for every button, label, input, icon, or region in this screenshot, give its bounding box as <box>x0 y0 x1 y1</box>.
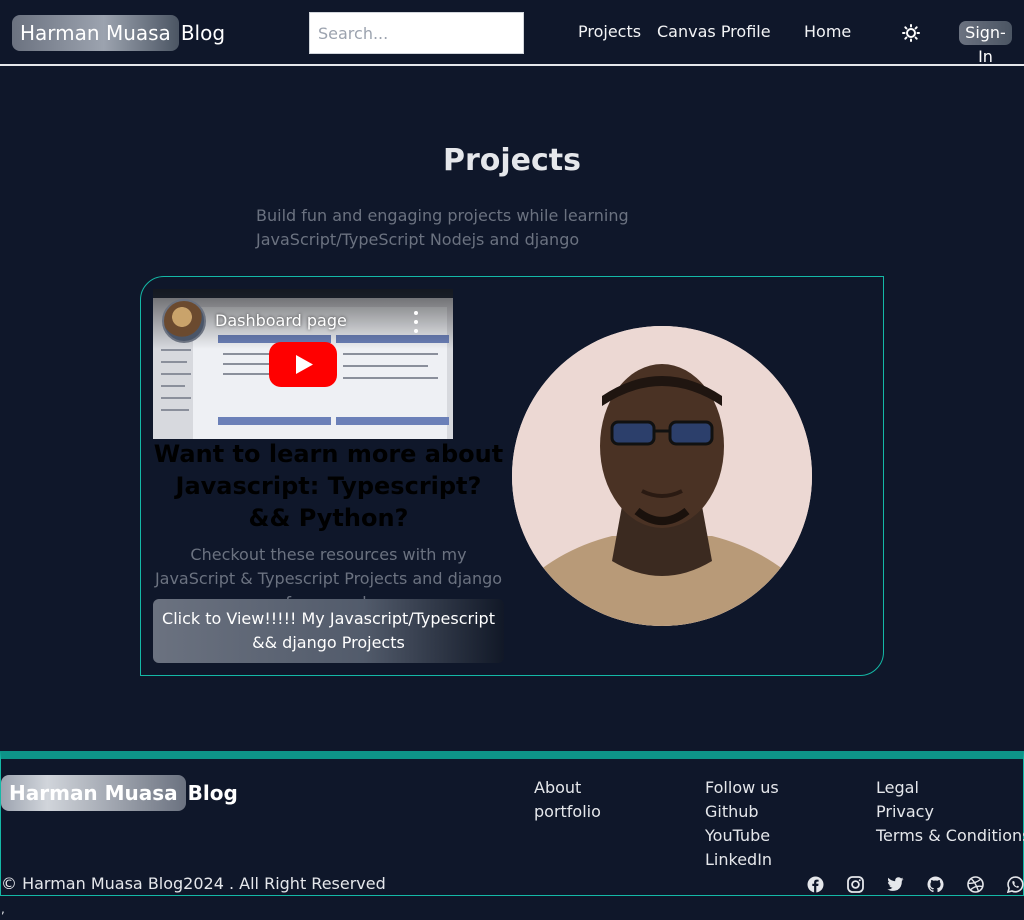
social-links <box>806 875 1024 893</box>
video-screen-line <box>343 353 438 355</box>
channel-avatar[interactable] <box>162 299 206 343</box>
footer-link-about[interactable]: About <box>534 776 601 800</box>
more-vert-icon[interactable] <box>411 311 421 333</box>
profile-photo <box>512 326 812 626</box>
video-screen-bar <box>336 417 449 425</box>
footer-heading-follow: Follow us <box>705 778 779 797</box>
video-screen-line <box>343 365 428 367</box>
video-screen-line <box>161 373 191 375</box>
trailing-text: , <box>1 902 5 916</box>
video-screen-line <box>161 409 189 411</box>
footer-link-portfolio[interactable]: portfolio <box>534 800 601 824</box>
youtube-video-embed[interactable]: Dashboard page <box>153 289 453 439</box>
github-icon[interactable] <box>926 875 944 893</box>
view-projects-button[interactable]: Click to View!!!!! My Javascript/Typescr… <box>153 599 504 663</box>
footer-brand-link[interactable]: Harman Muasa Blog <box>1 775 238 811</box>
page-title: Projects <box>442 143 581 178</box>
sign-in-button[interactable]: Sign-In <box>959 21 1012 66</box>
footer-brand-rest: Blog <box>187 781 238 805</box>
video-screen-line <box>161 361 187 363</box>
footer-heading-legal: Legal <box>876 778 919 797</box>
twitter-icon[interactable] <box>886 875 904 893</box>
facebook-icon[interactable] <box>806 875 824 893</box>
footer-link-github[interactable]: Github <box>705 800 779 824</box>
footer-link-terms[interactable]: Terms & Conditions <box>876 824 1024 848</box>
navbar: Harman Muasa Blog Projects Canvas Profil… <box>0 0 1024 66</box>
youtube-play-icon[interactable] <box>269 342 337 387</box>
sun-icon[interactable] <box>900 22 922 44</box>
footer-link-privacy[interactable]: Privacy <box>876 800 1024 824</box>
footer-link-youtube[interactable]: YouTube <box>705 824 779 848</box>
brand-rest: Blog <box>180 21 226 45</box>
learn-more-heading: Want to learn more about Javascript: Typ… <box>153 440 504 532</box>
footer-link-linkedin[interactable]: LinkedIn <box>705 848 779 872</box>
instagram-icon[interactable] <box>846 875 864 893</box>
video-screen-bar <box>218 417 331 425</box>
nav-link-home[interactable]: Home <box>804 22 851 41</box>
video-title[interactable]: Dashboard page <box>215 311 347 330</box>
video-screen-line <box>161 385 185 387</box>
brand-highlight: Harman Muasa <box>12 15 179 51</box>
copyright-text: © Harman Muasa Blog2024 . All Right Rese… <box>1 874 386 893</box>
search-input[interactable] <box>309 12 524 54</box>
footer-brand-highlight: Harman Muasa <box>1 775 186 811</box>
footer-col-about: About portfolio <box>534 776 601 824</box>
dribbble-icon[interactable] <box>966 875 984 893</box>
brand-link[interactable]: Harman Muasa Blog <box>12 15 225 51</box>
video-screen-line <box>161 349 191 351</box>
video-screen-line <box>161 397 191 399</box>
video-screen-line <box>343 377 438 379</box>
whatsapp-icon[interactable] <box>1006 875 1024 893</box>
nav-link-projects[interactable]: Projects <box>578 22 641 41</box>
nav-link-canvas-profile[interactable]: Canvas Profile <box>657 22 771 41</box>
footer-col-follow: Follow us Github YouTube LinkedIn <box>705 776 779 872</box>
page-subtitle: Build fun and engaging projects while le… <box>256 206 629 249</box>
footer-col-legal: Legal Privacy Terms & Conditions <box>876 776 1024 848</box>
